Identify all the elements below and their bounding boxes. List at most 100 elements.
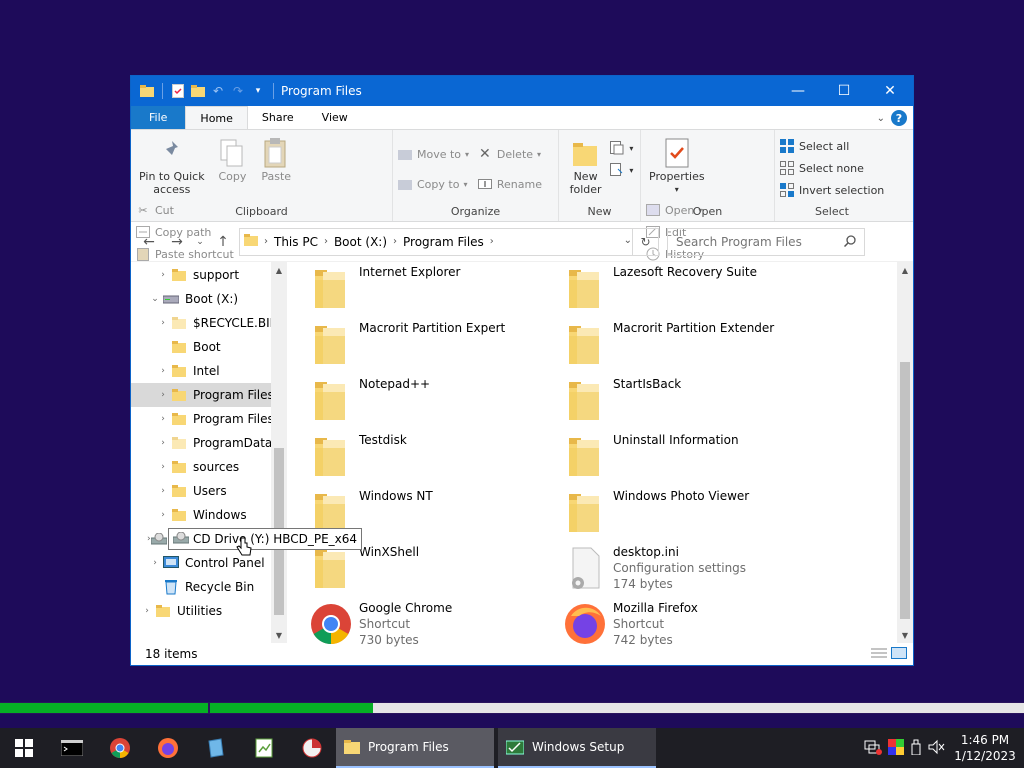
expand-ribbon-icon[interactable]: ⌄ bbox=[877, 113, 885, 124]
command-prompt-icon[interactable] bbox=[48, 728, 96, 768]
tab-home[interactable]: Home bbox=[185, 106, 248, 129]
nav-item[interactable]: › $RECYCLE.BIN bbox=[131, 311, 287, 335]
chevron-right-icon[interactable]: › bbox=[155, 318, 171, 328]
start-button[interactable] bbox=[0, 728, 48, 768]
nav-item[interactable]: › Program Files bbox=[131, 383, 287, 407]
clock[interactable]: 1:46 PM 1/12/2023 bbox=[952, 732, 1018, 764]
scroll-down-arrow-icon[interactable]: ▼ bbox=[271, 627, 287, 643]
minimize-button[interactable]: — bbox=[775, 76, 821, 106]
chevron-down-icon[interactable]: ⌄ bbox=[147, 294, 163, 304]
file-scrollbar[interactable]: ▲ ▼ bbox=[897, 262, 913, 643]
details-view-icon[interactable] bbox=[871, 647, 887, 662]
file-scroll-thumb[interactable] bbox=[900, 362, 910, 619]
paste-shortcut-button[interactable]: Paste shortcut bbox=[135, 244, 234, 264]
display-color-icon[interactable] bbox=[888, 738, 904, 758]
file-item[interactable]: Testdisk bbox=[307, 430, 561, 486]
file-item[interactable]: WinXShell bbox=[307, 542, 561, 598]
easy-access-button[interactable]: ▾ bbox=[609, 160, 633, 180]
help-icon[interactable]: ? bbox=[891, 110, 907, 126]
nav-item[interactable]: Recycle Bin bbox=[131, 575, 287, 599]
search-box[interactable] bbox=[667, 227, 865, 256]
tab-file[interactable]: File bbox=[131, 106, 186, 129]
file-item[interactable]: StartIsBack bbox=[561, 374, 815, 430]
search-input[interactable] bbox=[676, 234, 836, 249]
nav-item[interactable]: › Windows bbox=[131, 503, 287, 527]
nav-item[interactable]: › Program Files bbox=[131, 407, 287, 431]
title-bar[interactable]: ↶ ↷ ▾ Program Files — ☐ ✕ bbox=[131, 76, 913, 106]
rename-button[interactable]: Rename bbox=[477, 174, 542, 194]
nav-item[interactable]: ⌄ Boot (X:) bbox=[131, 287, 287, 311]
nav-item[interactable]: › sources bbox=[131, 455, 287, 479]
chevron-right-icon[interactable]: › bbox=[155, 366, 171, 376]
chevron-right-icon[interactable]: › bbox=[155, 510, 171, 520]
nav-scrollbar[interactable]: ▲ ▼ bbox=[271, 262, 287, 643]
chevron-right-icon[interactable]: › bbox=[262, 236, 270, 247]
chevron-right-icon[interactable]: › bbox=[155, 390, 171, 400]
copy-path-button[interactable]: Copy path bbox=[135, 222, 234, 242]
close-button[interactable]: ✕ bbox=[867, 76, 913, 106]
pin-to-quick-access-button[interactable]: Pin to Quick access bbox=[135, 134, 209, 198]
address-dropdown-icon[interactable]: ⌄ bbox=[624, 235, 632, 246]
breadcrumb-program-files[interactable]: Program Files bbox=[399, 235, 488, 249]
address-bar[interactable]: › This PC › Boot (X:) › Program Files › … bbox=[239, 227, 659, 256]
partition-tool-icon[interactable] bbox=[288, 728, 336, 768]
spreadsheet-icon[interactable] bbox=[240, 728, 288, 768]
breadcrumb-boot[interactable]: Boot (X:) bbox=[330, 235, 391, 249]
refresh-icon[interactable]: ↻ bbox=[632, 228, 658, 255]
delete-button[interactable]: ✕ Delete ▾ bbox=[477, 144, 542, 164]
network-disconnected-icon[interactable] bbox=[864, 739, 882, 758]
new-folder-icon[interactable] bbox=[190, 83, 206, 99]
properties-button[interactable]: Properties ▾ bbox=[645, 134, 709, 198]
nav-item[interactable]: Boot bbox=[131, 335, 287, 359]
new-folder-button[interactable]: New folder bbox=[566, 134, 606, 198]
maximize-button[interactable]: ☐ bbox=[821, 76, 867, 106]
chevron-right-icon[interactable]: › bbox=[139, 606, 155, 616]
select-none-button[interactable]: Select none bbox=[779, 158, 884, 178]
taskbar-windows-setup[interactable]: Windows Setup bbox=[498, 728, 656, 768]
firefox-icon[interactable] bbox=[144, 728, 192, 768]
chevron-right-icon[interactable]: › bbox=[488, 236, 496, 247]
new-item-button[interactable]: ▾ bbox=[609, 138, 633, 158]
chevron-right-icon[interactable]: › bbox=[155, 270, 171, 280]
file-item[interactable]: Windows Photo Viewer bbox=[561, 486, 815, 542]
properties-icon[interactable] bbox=[170, 83, 186, 99]
chevron-right-icon[interactable]: › bbox=[147, 558, 163, 568]
invert-selection-button[interactable]: Invert selection bbox=[779, 180, 884, 200]
nav-item[interactable]: › support bbox=[131, 263, 287, 287]
copy-button[interactable]: Copy bbox=[212, 134, 252, 185]
large-icons-view-icon[interactable] bbox=[891, 647, 907, 662]
move-to-button[interactable]: Move to ▾ bbox=[397, 144, 469, 164]
chevron-right-icon[interactable]: › bbox=[155, 462, 171, 472]
breadcrumb-this-pc[interactable]: This PC bbox=[270, 235, 322, 249]
file-item[interactable]: desktop.ini Configuration settings 174 byt… bbox=[561, 542, 815, 598]
redo-icon[interactable]: ↷ bbox=[230, 83, 246, 99]
file-item[interactable]: Notepad++ bbox=[307, 374, 561, 430]
file-item[interactable]: Macrorit Partition Expert bbox=[307, 318, 561, 374]
nav-item[interactable]: › ProgramData bbox=[131, 431, 287, 455]
chevron-right-icon[interactable]: › bbox=[322, 236, 330, 247]
file-item[interactable]: Uninstall Information bbox=[561, 430, 815, 486]
customize-qat-icon[interactable]: ▾ bbox=[250, 83, 266, 99]
chevron-right-icon[interactable]: › bbox=[391, 236, 399, 247]
nav-item[interactable]: › Users bbox=[131, 479, 287, 503]
chevron-right-icon[interactable]: › bbox=[155, 438, 171, 448]
nav-item[interactable]: › Control Panel bbox=[131, 551, 287, 575]
scroll-down-arrow-icon[interactable]: ▼ bbox=[897, 627, 913, 643]
tab-share[interactable]: Share bbox=[248, 106, 308, 129]
scroll-up-arrow-icon[interactable]: ▲ bbox=[271, 262, 287, 278]
file-item[interactable]: Lazesoft Recovery Suite bbox=[561, 262, 815, 318]
tab-view[interactable]: View bbox=[308, 106, 362, 129]
select-all-button[interactable]: Select all bbox=[779, 136, 884, 156]
file-item[interactable]: Macrorit Partition Extender bbox=[561, 318, 815, 374]
undo-icon[interactable]: ↶ bbox=[210, 83, 226, 99]
chrome-icon[interactable] bbox=[96, 728, 144, 768]
notepad-icon[interactable] bbox=[192, 728, 240, 768]
nav-item[interactable]: › Utilities bbox=[131, 599, 287, 623]
taskbar-program-files[interactable]: Program Files bbox=[336, 728, 494, 768]
volume-muted-icon[interactable] bbox=[928, 739, 946, 758]
copy-to-button[interactable]: Copy to ▾ bbox=[397, 174, 469, 194]
usb-drive-icon[interactable] bbox=[910, 739, 922, 758]
chevron-right-icon[interactable]: › bbox=[155, 414, 171, 424]
nav-item[interactable]: › Intel bbox=[131, 359, 287, 383]
chevron-right-icon[interactable]: › bbox=[155, 486, 171, 496]
